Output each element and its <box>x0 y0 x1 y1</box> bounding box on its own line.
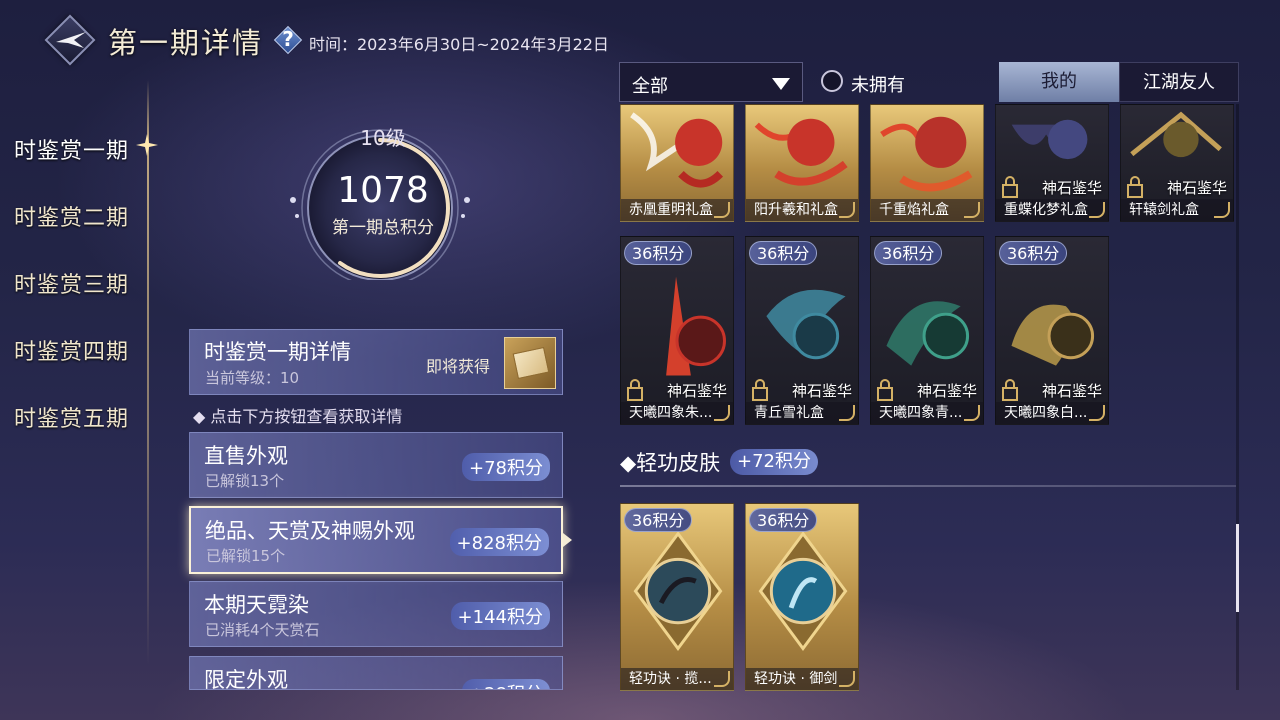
lock-icon <box>1002 176 1018 198</box>
item-points-badge: 36积分 <box>999 241 1068 265</box>
detail-title: 时鉴赏一期详情 <box>204 340 351 364</box>
nav-item-period-3[interactable]: 时鉴赏三期 <box>14 267 129 299</box>
upcoming-reward-label: 即将获得 <box>426 357 491 376</box>
category-title: 直售外观 <box>204 444 288 468</box>
tab-friends[interactable]: 江湖友人 <box>1119 62 1239 102</box>
lock-icon <box>627 379 643 401</box>
category-title: 绝品、天赏及神赐外观 <box>205 519 415 543</box>
level-text: 10级 <box>360 126 406 150</box>
category-points: +144积分 <box>450 602 550 630</box>
tab-mine[interactable]: 我的 <box>999 62 1119 102</box>
category-direct-sale[interactable]: 直售外观 已解锁13个 +78积分 <box>189 432 563 498</box>
category-points: +828积分 <box>449 528 549 556</box>
category-premium-appearance[interactable]: 绝品、天赏及神赐外观 已解锁15个 +828积分 <box>189 506 563 574</box>
item-card[interactable]: 36积分 神石鉴华 天曦四象朱... <box>620 236 734 425</box>
selected-arrow-icon <box>563 533 572 547</box>
nav-divider <box>147 80 149 665</box>
chevron-down-icon <box>772 78 790 90</box>
category-points: +78积分 <box>462 453 550 481</box>
hint-text: ◆ 点击下方按钮查看获取详情 <box>193 407 403 426</box>
category-sub: 已解锁13个 <box>205 472 285 490</box>
item-card[interactable]: 神石鉴华 重蝶化梦礼盒 <box>995 104 1109 222</box>
section-points: +72积分 <box>730 449 818 475</box>
item-card[interactable]: 36积分 神石鉴华 青丘雪礼盒 <box>745 236 859 425</box>
category-points: +28积分 <box>462 679 550 689</box>
lock-icon <box>1002 379 1018 401</box>
item-card[interactable]: 36积分 神石鉴华 天曦四象白... <box>995 236 1109 425</box>
unowned-label: 未拥有 <box>851 75 905 96</box>
category-sub: 已解锁15个 <box>206 547 286 565</box>
active-sparkle-icon <box>136 134 158 156</box>
filter-dropdown[interactable]: 全部 <box>619 62 803 102</box>
item-points-badge: 36积分 <box>874 241 943 265</box>
category-title: 本期天霓染 <box>204 593 309 617</box>
item-card[interactable]: 36积分 轻功诀 · 御剑 <box>745 503 859 691</box>
unowned-radio[interactable] <box>821 70 843 92</box>
nav-item-period-1[interactable]: 时鉴赏一期 <box>14 133 129 165</box>
category-limited[interactable]: 限定外观 +28积分 <box>189 656 563 690</box>
lock-icon <box>877 379 893 401</box>
category-dye[interactable]: 本期天霓染 已消耗4个天赏石 +144积分 <box>189 581 563 647</box>
item-card[interactable]: 神石鉴华 轩辕剑礼盒 <box>1120 104 1234 222</box>
time-range: 时间：2023年6月30日~2024年3月22日 <box>309 35 609 54</box>
page-title: 第一期详情 <box>108 26 264 60</box>
category-sub: 已消耗4个天赏石 <box>205 621 320 639</box>
item-card[interactable]: 赤凰重明礼盒 <box>620 104 734 222</box>
period-detail-card[interactable]: 时鉴赏一期详情 当前等级：10 即将获得 <box>189 329 563 395</box>
back-arrow-icon <box>56 32 86 48</box>
category-title: 限定外观 <box>204 668 288 690</box>
lock-icon <box>1127 176 1143 198</box>
item-card[interactable]: 36积分 神石鉴华 天曦四象青... <box>870 236 984 425</box>
item-card[interactable]: 36积分 轻功诀 · 揽... <box>620 503 734 691</box>
help-button[interactable]: ? <box>273 25 303 55</box>
item-card[interactable]: 阳升羲和礼盒 <box>745 104 859 222</box>
nav-item-period-5[interactable]: 时鉴赏五期 <box>14 401 129 433</box>
item-card[interactable]: 千重焰礼盒 <box>870 104 984 222</box>
item-points-badge: 36积分 <box>624 241 693 265</box>
back-button[interactable] <box>44 14 96 66</box>
total-score-label: 第一期总积分 <box>332 218 434 238</box>
nav-item-period-4[interactable]: 时鉴赏四期 <box>14 334 129 366</box>
nav-item-period-2[interactable]: 时鉴赏二期 <box>14 200 129 232</box>
total-score: 1078 <box>337 170 429 211</box>
upcoming-reward-icon[interactable] <box>504 337 556 389</box>
item-points-badge: 36积分 <box>624 508 693 532</box>
current-level: 当前等级：10 <box>205 369 300 387</box>
item-points-badge: 36积分 <box>749 508 818 532</box>
section-title: ◆轻功皮肤 <box>620 451 721 475</box>
item-points-badge: 36积分 <box>749 241 818 265</box>
section-divider <box>620 485 1236 487</box>
lock-icon <box>752 379 768 401</box>
scrollbar-thumb[interactable] <box>1236 524 1239 612</box>
